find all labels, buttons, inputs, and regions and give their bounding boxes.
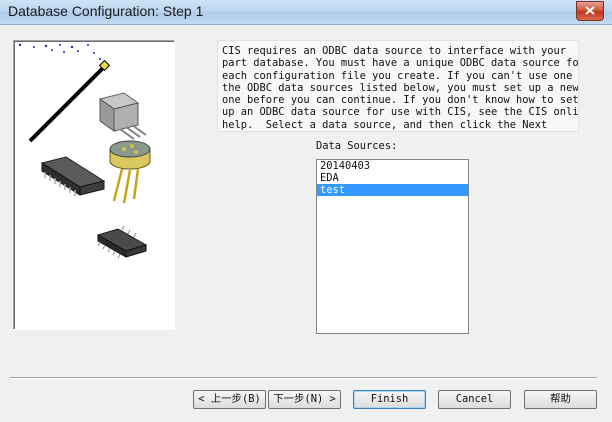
data-sources-label: Data Sources: — [316, 140, 398, 152]
title-bar[interactable]: Database Configuration: Step 1 — [0, 0, 612, 25]
divider — [10, 377, 597, 379]
instructions-line: part database. You must have a unique OD… — [222, 57, 579, 70]
list-item-20140403[interactable]: 20140403 — [317, 160, 468, 172]
list-item-eda[interactable]: EDA — [317, 172, 468, 184]
close-button[interactable] — [576, 1, 604, 21]
data-sources-list[interactable]: 20140403 EDA test — [316, 159, 469, 334]
list-item-test[interactable]: test — [317, 184, 468, 196]
to220-transistor-icon — [98, 92, 147, 140]
instructions-line: the ODBC data sources listed below, you … — [222, 81, 579, 94]
dip-chip-icon — [40, 156, 106, 196]
instructions-line: each configuration file you create. If y… — [222, 69, 579, 82]
cancel-button[interactable]: Cancel — [438, 390, 511, 409]
magic-wand-icon — [28, 59, 111, 143]
instructions-line: up an ODBC data source for use with CIS,… — [222, 106, 579, 119]
dialog-window: Database Configuration: Step 1 CIS requi… — [0, 0, 612, 422]
close-icon — [585, 6, 595, 15]
instructions-line: help. Select a data source, and then cli… — [222, 118, 548, 131]
instructions-line: one before you can continue. If you don'… — [222, 94, 579, 107]
instructions-line: CIS requires an ODBC data source to inte… — [222, 45, 567, 57]
sparkle-icon — [18, 43, 101, 60]
finish-button[interactable]: Finish — [353, 390, 426, 409]
help-button[interactable]: 帮助 — [524, 390, 597, 409]
next-button[interactable]: 下一步(N) > — [268, 390, 341, 409]
wizard-illustration — [13, 40, 175, 330]
soic-chip-icon — [96, 225, 148, 259]
instructions-text: CIS requires an ODBC data source to inte… — [217, 40, 579, 132]
dialog-body: CIS requires an ODBC data source to inte… — [0, 25, 612, 422]
window-title: Database Configuration: Step 1 — [8, 3, 204, 19]
back-button[interactable]: < 上一步(B) — [193, 390, 266, 409]
to5-can-transistor-icon — [109, 140, 151, 204]
